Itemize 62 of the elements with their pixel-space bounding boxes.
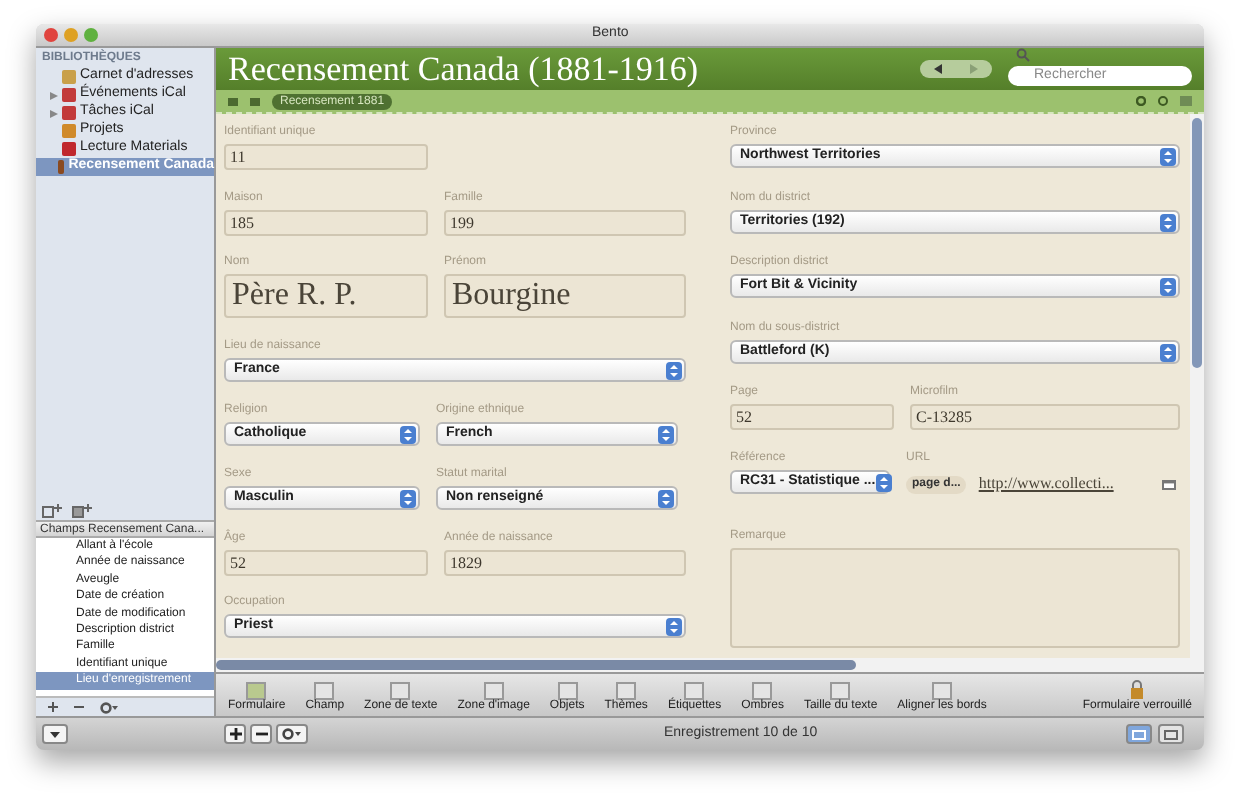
popup-arrows-icon (875, 473, 892, 491)
minus-icon (255, 728, 267, 740)
popup-arrows-icon (1160, 147, 1176, 165)
tool-icon (932, 682, 953, 700)
action-menu-button[interactable] (276, 724, 308, 744)
library-title: Recensement Canada (1881-1916) (228, 49, 699, 89)
gear-icon (282, 728, 302, 740)
tool-icon (752, 682, 773, 700)
popup-arrows-icon (1160, 213, 1176, 231)
disclosure-triangle-icon[interactable] (50, 91, 58, 99)
tool-icon (557, 682, 578, 700)
tool-icon (246, 682, 267, 700)
text-field[interactable]: 1829 (444, 550, 686, 576)
view-toggle-button[interactable] (1126, 724, 1152, 744)
popup-arrows-icon (400, 489, 416, 507)
tool-icon (483, 682, 504, 700)
remove-form-icon[interactable] (1158, 96, 1168, 106)
tool-icon (830, 682, 851, 700)
tool-icon (616, 682, 637, 700)
zoom-button[interactable] (84, 28, 98, 42)
text-field[interactable]: 52 (224, 550, 428, 576)
add-form-icon[interactable] (1136, 96, 1146, 106)
triangle-icon (50, 731, 60, 737)
lock-icon (1130, 680, 1145, 700)
scroll-thumb[interactable] (216, 660, 856, 670)
text-field[interactable]: Père R. P. (224, 274, 428, 318)
sidebar-menu-button[interactable] (42, 724, 68, 744)
scroll-thumb[interactable] (1192, 118, 1202, 368)
popup-arrows-icon (400, 425, 416, 443)
text-field[interactable]: 52 (730, 404, 894, 430)
popup-arrows-icon (666, 617, 682, 635)
close-button[interactable] (44, 28, 58, 42)
minus-icon[interactable] (74, 702, 84, 712)
add-record-button[interactable] (224, 724, 246, 744)
popup-arrows-icon (658, 489, 674, 507)
delete-record-button[interactable] (250, 724, 272, 744)
plus-icon (229, 728, 241, 740)
vertical-scrollbar[interactable] (1190, 114, 1204, 658)
add-list-icon[interactable] (42, 504, 62, 518)
popup-arrows-icon (666, 361, 682, 379)
form-view-icon (1132, 729, 1146, 739)
text-field[interactable]: 11 (224, 144, 428, 170)
plus-icon[interactable] (48, 702, 58, 712)
table-view-icon (1164, 729, 1178, 739)
popup-arrows-icon (658, 425, 674, 443)
text-field[interactable]: C-13285 (910, 404, 1180, 430)
browse-icon[interactable] (1162, 479, 1176, 489)
popup-arrows-icon (1160, 277, 1176, 295)
text-field[interactable]: 185 (224, 210, 428, 236)
tool-icon (684, 682, 705, 700)
disclosure-triangle-icon[interactable] (50, 109, 58, 117)
horizontal-scrollbar[interactable] (216, 658, 1204, 672)
add-collection-icon[interactable] (72, 504, 92, 518)
url-link[interactable]: http://www.collecti... (978, 472, 1114, 496)
search-icon (1016, 48, 1030, 62)
popup-arrows-icon (1160, 343, 1176, 361)
tool-icon (390, 682, 411, 700)
gear-icon[interactable] (100, 701, 118, 713)
text-field[interactable]: 199 (444, 210, 686, 236)
view-toggle-button[interactable] (1158, 724, 1184, 744)
tool-icon (314, 682, 335, 700)
text-field[interactable]: Bourgine (444, 274, 686, 318)
